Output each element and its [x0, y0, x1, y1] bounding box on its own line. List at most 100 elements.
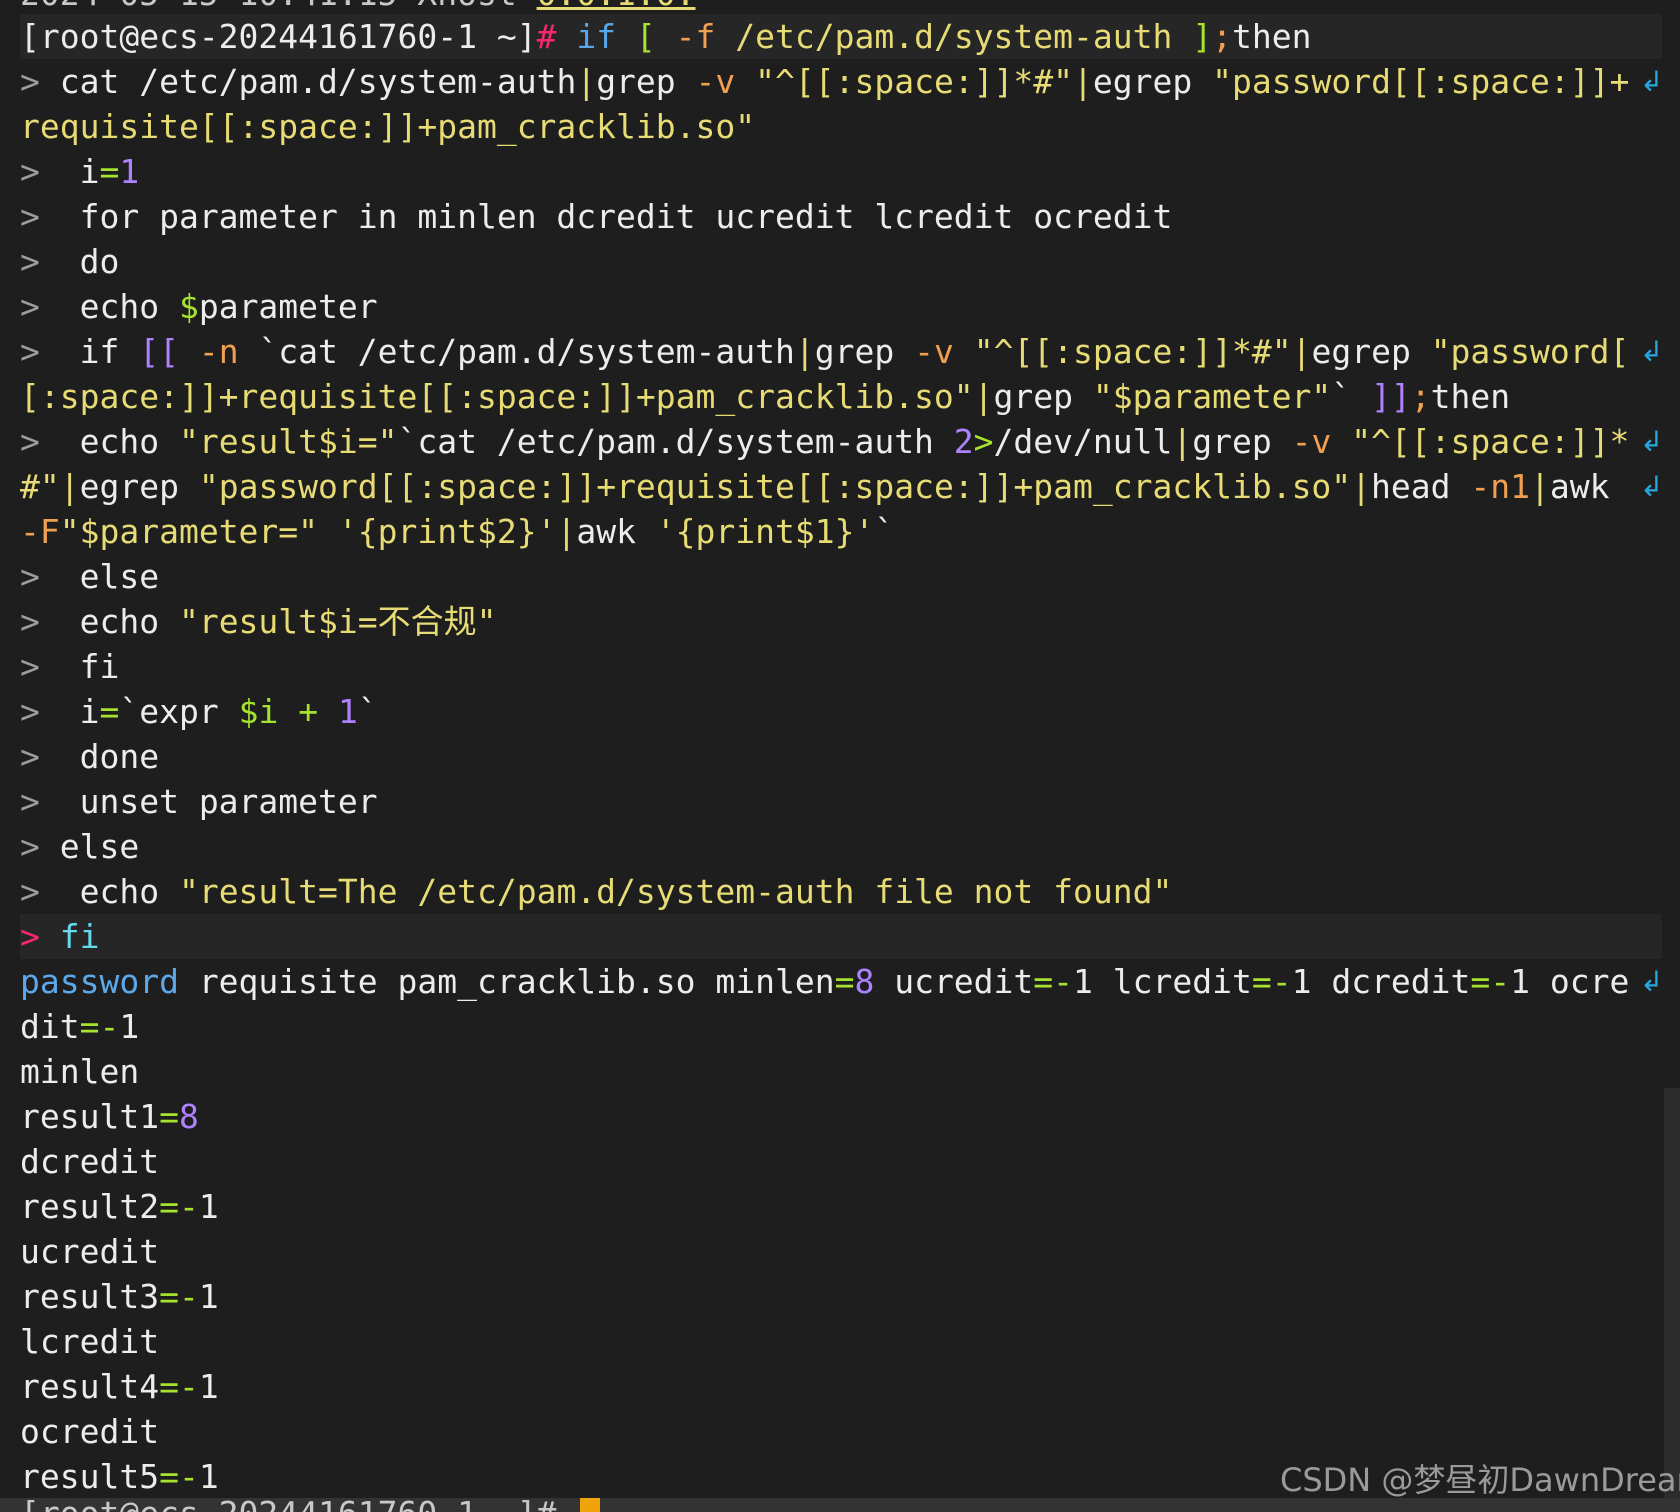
terminal-token: 8 — [178, 1097, 199, 1136]
terminal-token: "password[[:space:]]+requisite[[:space:]… — [198, 467, 1352, 506]
terminal-token: $ — [178, 287, 199, 326]
terminal-token: grep — [596, 62, 696, 101]
terminal-token: =- — [1033, 962, 1074, 1001]
terminal-token: "$parameter" — [1092, 377, 1332, 416]
terminal-token: 2 — [953, 422, 974, 461]
terminal-line: -F"$parameter=" '{print$2}'|awk '{print$… — [20, 509, 894, 554]
terminal-token: fi — [59, 917, 100, 956]
previous-prompt-underlined: 0.0.1.0. — [537, 0, 696, 13]
terminal-line: > else — [20, 824, 139, 869]
terminal-token: echo — [79, 287, 179, 326]
terminal-token: awk — [1549, 467, 1630, 506]
terminal-line: requisite[[:space:]]+pam_cracklib.so" — [20, 104, 755, 149]
terminal-token: | — [1291, 332, 1312, 371]
terminal-token: then — [1232, 17, 1312, 56]
terminal-token: 1 — [119, 1007, 140, 1046]
terminal-token: = — [99, 692, 120, 731]
terminal-token: > — [20, 782, 80, 821]
terminal-token: =- — [1251, 962, 1292, 1001]
terminal-token: 1 — [198, 1457, 219, 1496]
terminal-token: =- — [159, 1457, 199, 1496]
terminal-token: 1 lcredit — [1073, 962, 1252, 1001]
terminal-token: dit — [20, 1007, 80, 1046]
terminal-token: -n — [198, 332, 259, 371]
terminal-token: -n1 — [1470, 467, 1530, 506]
current-prompt: [root@ecs-20244161760-1 ~]# — [20, 1496, 556, 1512]
terminal-token: ` — [357, 692, 378, 731]
terminal-token: + — [298, 692, 338, 731]
terminal-line: result2=-1 — [20, 1184, 219, 1229]
terminal-token: ]] — [1371, 377, 1411, 416]
terminal-token: > — [20, 422, 80, 461]
terminal-token: ` — [1331, 377, 1372, 416]
terminal-token: `cat /etc/pam.d/system-auth — [397, 422, 954, 461]
terminal-token: =- — [1470, 962, 1511, 1001]
terminal-line: ucredit — [20, 1229, 159, 1274]
terminal-token: #" — [20, 467, 60, 506]
terminal-line: > do — [20, 239, 119, 284]
terminal-line: > fi — [20, 914, 100, 959]
text-cursor — [580, 1498, 600, 1512]
terminal-token: result1 — [20, 1097, 160, 1136]
terminal-token: grep — [814, 332, 915, 371]
terminal-token: egrep — [1092, 62, 1213, 101]
terminal-token: unset parameter — [79, 782, 378, 821]
terminal-token: 1 — [119, 152, 140, 191]
terminal-token: > — [20, 737, 80, 776]
terminal-token: fi — [79, 647, 120, 686]
terminal-line: > echo "result=The /etc/pam.d/system-aut… — [20, 869, 1172, 914]
terminal-token: = — [834, 962, 855, 1001]
terminal-token: cat /etc/pam.d/system-auth — [59, 62, 577, 101]
terminal-token: | — [576, 62, 597, 101]
terminal-line: result1=8 — [20, 1094, 199, 1139]
terminal-token: | — [59, 467, 80, 506]
terminal-token: ; — [1212, 17, 1232, 56]
terminal-token: > — [20, 152, 80, 191]
terminal-window[interactable]: 2024-05-15 10:41:15 Xnost 0.0.1.0. [root… — [0, 0, 1680, 1512]
terminal-token: [ — [635, 17, 676, 56]
line-wrap-icon: ↲ — [1640, 335, 1664, 368]
terminal-token: "result$i=不合规" — [178, 602, 497, 641]
terminal-line: > done — [20, 734, 159, 779]
terminal-line: dit=-1 — [20, 1004, 139, 1049]
terminal-token: # — [536, 17, 577, 56]
terminal-line: password requisite pam_cracklib.so minle… — [20, 959, 1629, 1004]
terminal-token: then — [1430, 377, 1511, 416]
terminal-token: dcredit — [20, 1142, 160, 1181]
terminal-token: "^[[:space:]]* — [1351, 422, 1630, 461]
terminal-token: | — [973, 377, 994, 416]
terminal-token: awk — [576, 512, 656, 551]
terminal-token: password — [20, 962, 199, 1001]
terminal-token: > — [20, 827, 60, 866]
terminal-token: [root@ecs-20244161760-1 ~] — [20, 17, 537, 56]
terminal-token: ucredit — [894, 962, 1034, 1001]
terminal-token: if — [576, 17, 636, 56]
terminal-line: > else — [20, 554, 159, 599]
terminal-token: -f — [675, 17, 736, 56]
terminal-token: > — [973, 422, 994, 461]
terminal-line: > echo $parameter — [20, 284, 378, 329]
terminal-token: > — [20, 242, 80, 281]
terminal-token: = — [159, 1097, 179, 1136]
terminal-token: grep — [993, 377, 1093, 416]
terminal-token: 1 — [198, 1367, 219, 1406]
terminal-token: `cat /etc/pam.d/system-auth — [258, 332, 795, 371]
terminal-token: $i — [238, 692, 299, 731]
terminal-line: > i=1 — [20, 149, 139, 194]
terminal-token: requisite pam_cracklib.so minlen — [198, 962, 835, 1001]
line-wrap-icon: ↲ — [1640, 425, 1664, 458]
terminal-token: [[ — [139, 332, 199, 371]
terminal-token: 1 — [198, 1277, 219, 1316]
terminal-token: =- — [159, 1367, 199, 1406]
watermark: CSDN @梦昼初DawnDream — [1280, 1461, 1680, 1499]
terminal-token: | — [1073, 62, 1093, 101]
terminal-token: | — [1530, 467, 1550, 506]
terminal-token: requisite[[:space:]]+pam_cracklib.so" — [20, 107, 756, 146]
terminal-line: > echo "result$i=不合规" — [20, 599, 497, 644]
previous-prompt-line: 2024-05-15 10:41:15 Xnost 0.0.1.0. — [20, 0, 696, 12]
terminal-token: [:space:]]+requisite[[:space:]]+pam_crac… — [20, 377, 974, 416]
scrollbar[interactable] — [1664, 1088, 1680, 1512]
terminal-token: ocredit — [20, 1412, 160, 1451]
terminal-token: 8 — [854, 962, 895, 1001]
terminal-token: ] — [1192, 17, 1213, 56]
